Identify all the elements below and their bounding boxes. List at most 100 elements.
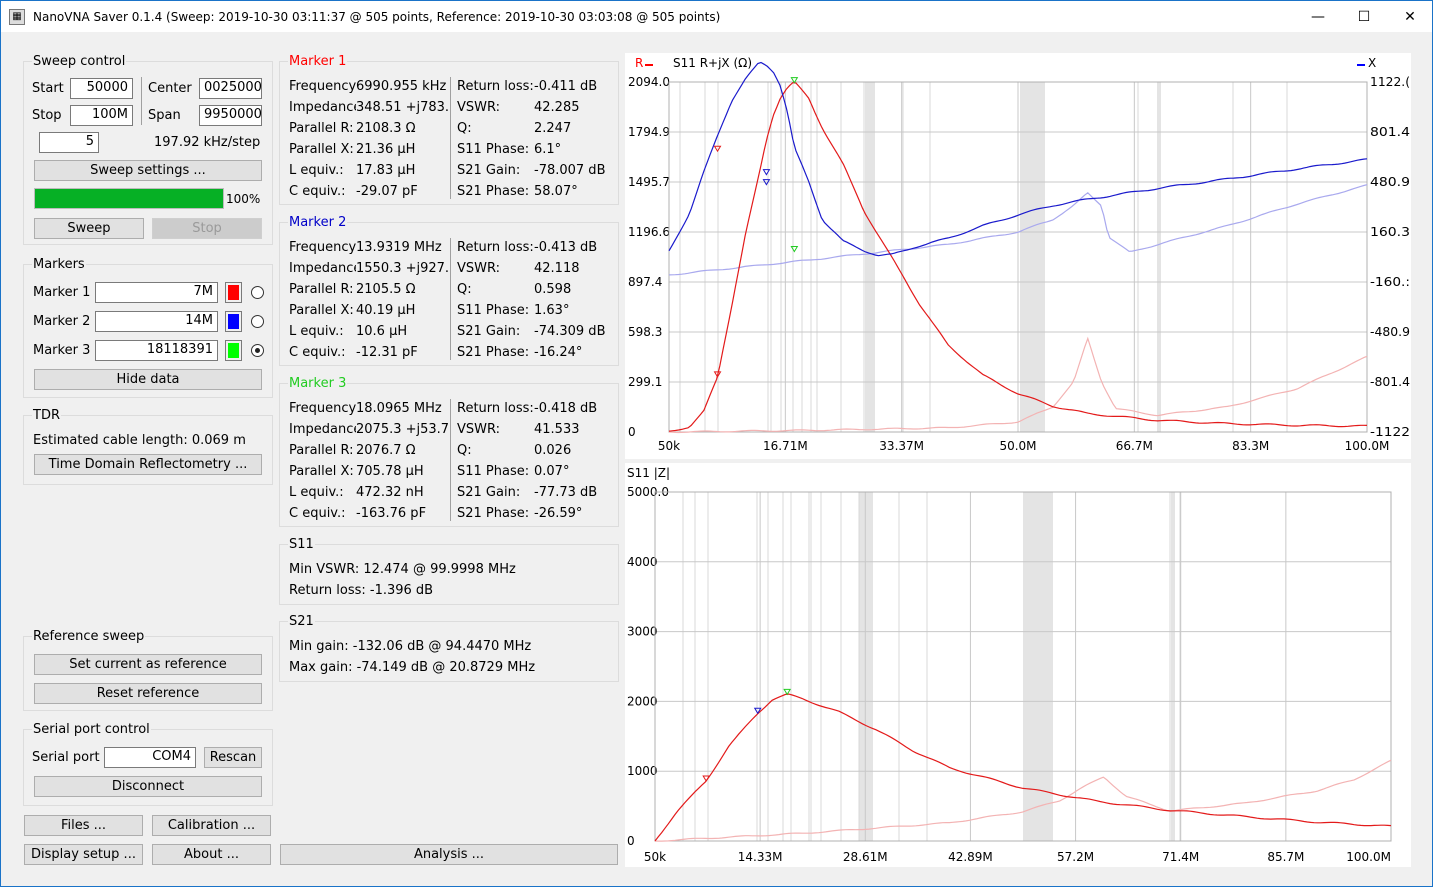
- reset-reference-button[interactable]: Reset reference: [34, 683, 262, 704]
- y-tick-label-1: 4000: [627, 555, 658, 569]
- marker-1-left-label-3: Parallel X:: [289, 142, 354, 157]
- window-title: NanoVNA Saver 0.1.4 (Sweep: 2019-10-30 0…: [33, 9, 721, 24]
- sweep-progress-bar: [34, 188, 224, 209]
- marker-1-left-label-5: C equiv.:: [289, 184, 346, 199]
- marker-2-left-value-2: 2105.5 Ω: [356, 282, 416, 297]
- marker-3-data-separator: [450, 399, 451, 521]
- x-tick-label-1: 16.71M: [763, 439, 808, 453]
- progress-fill: [35, 189, 223, 208]
- marker-3-input[interactable]: 18118391: [95, 340, 218, 361]
- marker-1-left-label-1: Impedance:: [289, 100, 356, 115]
- marker-3-right-label-0: Return loss:: [457, 401, 534, 416]
- x-tick-label-5: 71.4M: [1162, 850, 1199, 864]
- analysis-button[interactable]: Analysis ...: [280, 844, 618, 865]
- marker-2-radio[interactable]: [251, 315, 264, 328]
- marker-1-left-value-0: 6990.955 kHz: [356, 79, 447, 94]
- tdr-title: TDR: [32, 408, 61, 423]
- sweep-control-title: Sweep control: [32, 54, 127, 69]
- marker-3-left-value-0: 18.0965 MHz: [356, 401, 442, 416]
- marker-1-data-separator: [450, 77, 451, 199]
- marker-1-data-title: Marker 1: [288, 54, 348, 69]
- marker-1-right-value-1: 42.285: [534, 100, 580, 115]
- marker-3-right-label-2: Q:: [457, 443, 472, 458]
- about-button[interactable]: About ...: [152, 844, 271, 865]
- marker-1-color-button[interactable]: [225, 282, 242, 303]
- marker-2-left-label-1: Impedance:: [289, 261, 356, 276]
- serial-port-title: Serial port control: [32, 722, 151, 737]
- marker-1-right-value-4: -78.007 dB: [534, 163, 606, 178]
- x-tick-label-0: 50k: [644, 850, 666, 864]
- cable-length-text: Estimated cable length: 0.069 m: [33, 433, 246, 448]
- stop-sweep-button[interactable]: Stop: [152, 218, 262, 239]
- sweep-settings-button[interactable]: Sweep settings ...: [34, 160, 262, 181]
- tdr-button[interactable]: Time Domain Reflectometry ...: [34, 454, 262, 475]
- marker-3-left-label-3: Parallel X:: [289, 464, 354, 479]
- s11-z-chart[interactable]: 50k 14.33M 28.61M 42.89M 57.2M 71.4M 85.7M 100.…: [625, 463, 1411, 867]
- display-setup-button[interactable]: Display setup ...: [24, 844, 143, 865]
- y-left-tick-label-3: 1196.6: [628, 225, 670, 239]
- marker-1-left-label-0: Frequency:: [289, 79, 356, 94]
- span-input[interactable]: 9950000: [199, 105, 262, 126]
- rescan-button[interactable]: Rescan: [204, 747, 262, 768]
- sweep-count-input[interactable]: 5: [39, 132, 99, 153]
- title-bar[interactable]: ▦ NanoVNA Saver 0.1.4 (Sweep: 2019-10-30…: [1, 1, 1432, 32]
- s11-rjx-chart-svg: 50k 16.71M 33.37M 50.0M 66.7M 83.3M 100.0M 2094…: [628, 56, 1410, 453]
- marker-3-right-label-3: S11 Phase:: [457, 464, 530, 479]
- marker-2-right-label-2: Q:: [457, 282, 472, 297]
- maximize-button[interactable]: ☐: [1341, 1, 1387, 32]
- stop-input[interactable]: 100M: [70, 105, 133, 126]
- y-right-tick-label-6: -801.4: [1370, 375, 1410, 389]
- marker-3-left-value-1: 2075.3 +j53.7: [356, 422, 448, 437]
- serial-port-input[interactable]: COM4: [104, 747, 196, 768]
- legend-x: X: [1368, 56, 1376, 70]
- marker-1-radio[interactable]: [251, 286, 264, 299]
- marker-2-left-value-3: 40.19 µH: [356, 303, 416, 318]
- main-window: ▦ NanoVNA Saver 0.1.4 (Sweep: 2019-10-30…: [0, 0, 1433, 887]
- marker-2-right-value-4: -74.309 dB: [534, 324, 606, 339]
- marker-3-radio[interactable]: [251, 344, 264, 357]
- start-input[interactable]: 50000: [70, 78, 133, 99]
- marker-2-right-value-1: 42.118: [534, 261, 580, 276]
- y-tick-label-3: 2000: [627, 694, 658, 708]
- marker-3-right-value-0: -0.418 dB: [534, 401, 598, 416]
- marker-2-left-value-4: 10.6 µH: [356, 324, 408, 339]
- disconnect-button[interactable]: Disconnect: [34, 776, 262, 797]
- s11-rjx-chart[interactable]: 50k 16.71M 33.37M 50.0M 66.7M 83.3M 100.0M 2094…: [625, 53, 1411, 459]
- marker-2-right-label-1: VSWR:: [457, 261, 501, 276]
- set-reference-button[interactable]: Set current as reference: [34, 654, 262, 675]
- marker-2-right-label-5: S21 Phase:: [457, 345, 530, 360]
- marker-2-left-value-1: 1550.3 +j927.: [356, 261, 448, 276]
- y-tick-label-4: 1000: [627, 764, 658, 778]
- marker-2-right-value-0: -0.413 dB: [534, 240, 598, 255]
- marker-1-left-value-4: 17.83 µH: [356, 163, 416, 178]
- marker-3-left-label-2: Parallel R:: [289, 443, 354, 458]
- calibration-button[interactable]: Calibration ...: [152, 815, 271, 836]
- progress-percent: 100%: [226, 192, 261, 206]
- marker-2-right-value-5: -16.24°: [534, 345, 583, 360]
- close-button[interactable]: ✕: [1387, 1, 1433, 32]
- hide-data-button[interactable]: Hide data: [34, 369, 262, 390]
- marker-2-left-label-0: Frequency:: [289, 240, 356, 255]
- marker-indicator-5: [790, 245, 799, 253]
- marker-1-right-label-5: S21 Phase:: [457, 184, 530, 199]
- x-tick-label-6: 100.0M: [1345, 439, 1390, 453]
- center-input[interactable]: 0025000: [199, 78, 262, 99]
- marker-3-color-button[interactable]: [225, 340, 242, 361]
- y-right-tick-label-2: 480.9: [1370, 175, 1410, 189]
- marker-1-left-value-2: 2108.3 Ω: [356, 121, 416, 136]
- marker-3-label: Marker 3: [33, 343, 91, 358]
- start-label: Start: [32, 81, 64, 96]
- marker-2-left-value-0: 13.9319 MHz: [356, 240, 442, 255]
- y-right-tick-label-0: 1122.(: [1370, 75, 1410, 89]
- serial-port-label: Serial port: [32, 750, 100, 765]
- sweep-button[interactable]: Sweep: [34, 218, 144, 239]
- marker-3-left-label-0: Frequency:: [289, 401, 356, 416]
- minimize-button[interactable]: —: [1295, 1, 1341, 32]
- center-label: Center: [148, 81, 192, 96]
- marker-2-color-button[interactable]: [225, 311, 242, 332]
- files-button[interactable]: Files ...: [24, 815, 143, 836]
- marker-1-right-label-4: S21 Gain:: [457, 163, 521, 178]
- band-0: [865, 82, 875, 432]
- marker-2-input[interactable]: 14M: [95, 311, 218, 332]
- marker-1-input[interactable]: 7M: [95, 282, 218, 303]
